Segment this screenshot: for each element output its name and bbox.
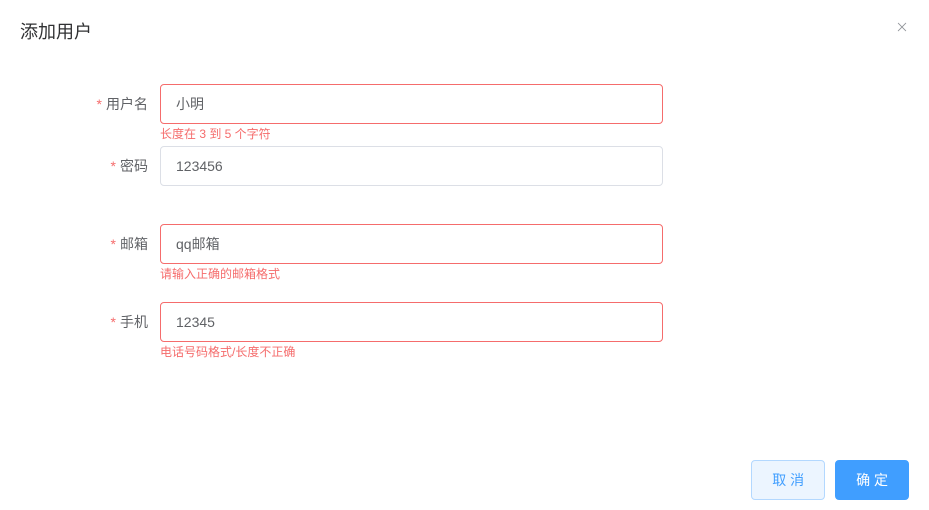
mobile-error: 电话号码格式/长度不正确	[160, 342, 295, 358]
form-item-email: 邮箱 请输入正确的邮箱格式	[20, 224, 909, 264]
password-input[interactable]	[160, 146, 663, 186]
email-error: 请输入正确的邮箱格式	[160, 264, 280, 280]
username-label: 用户名	[20, 84, 160, 124]
dialog-footer: 取 消 确 定	[751, 450, 909, 500]
dialog-body: 用户名 长度在 3 到 5 个字符 密码 邮箱 请输入正确的邮箱格式 手机 电话	[0, 54, 929, 374]
password-label: 密码	[20, 146, 160, 186]
close-button[interactable]	[895, 20, 909, 34]
email-input[interactable]	[160, 224, 663, 264]
add-user-dialog: 添加用户 用户名 长度在 3 到 5 个字符 密码 邮箱 请输入正确的邮	[0, 0, 929, 510]
confirm-button[interactable]: 确 定	[835, 460, 909, 500]
email-content: 请输入正确的邮箱格式	[160, 224, 663, 264]
close-icon	[895, 20, 909, 34]
form-item-password: 密码	[20, 146, 909, 186]
email-label: 邮箱	[20, 224, 160, 264]
dialog-header: 添加用户	[0, 0, 929, 54]
mobile-input[interactable]	[160, 302, 663, 342]
username-error: 长度在 3 到 5 个字符	[160, 124, 271, 140]
password-content	[160, 146, 663, 186]
cancel-button[interactable]: 取 消	[751, 460, 825, 500]
username-content: 长度在 3 到 5 个字符	[160, 84, 663, 124]
mobile-label: 手机	[20, 302, 160, 342]
dialog-title: 添加用户	[20, 20, 92, 44]
form-item-mobile: 手机 电话号码格式/长度不正确	[20, 302, 909, 342]
username-input[interactable]	[160, 84, 663, 124]
form-item-username: 用户名 长度在 3 到 5 个字符	[20, 84, 909, 124]
mobile-content: 电话号码格式/长度不正确	[160, 302, 663, 342]
